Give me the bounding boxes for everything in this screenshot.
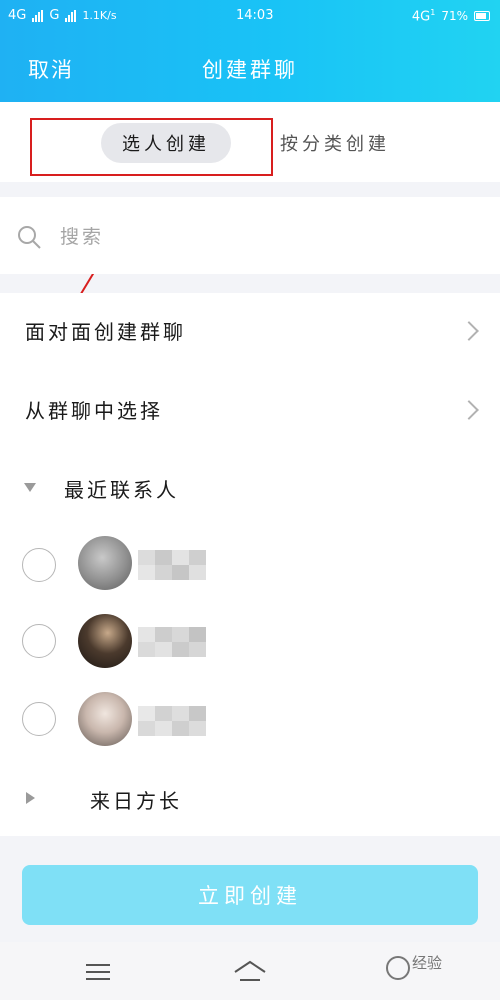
group-laiyifangchang[interactable]: 来日方长 — [90, 785, 182, 814]
screen: 4G G 1.1K/s 14:03 4G1 71% 取消 创建群聊 选人创建 按… — [0, 0, 500, 1000]
search-icon — [18, 226, 41, 249]
status-left: 4G G 1.1K/s — [8, 8, 117, 23]
status-bar: 4G G 1.1K/s 14:03 4G1 71% — [0, 0, 500, 34]
create-now-button[interactable]: 立即创建 — [22, 865, 478, 925]
contact-checkbox[interactable] — [22, 624, 56, 658]
from-group-item[interactable]: 从群聊中选择 — [25, 395, 163, 424]
triangle-down-icon[interactable] — [24, 483, 36, 492]
contact-name-blurred — [138, 706, 206, 736]
contact-name-blurred — [138, 627, 206, 657]
avatar — [78, 536, 132, 590]
network-label-1: 4G — [8, 8, 27, 23]
triangle-right-icon[interactable] — [26, 792, 35, 804]
face-to-face-item[interactable]: 面对面创建群聊 — [25, 316, 186, 345]
tab-by-category[interactable]: 按分类创建 — [280, 130, 390, 156]
page-title: 创建群聊 — [202, 58, 298, 82]
watermark-text: 经验 — [412, 954, 443, 972]
paw-logo-icon — [386, 956, 410, 980]
contact-checkbox[interactable] — [22, 702, 56, 736]
home-icon[interactable] — [232, 958, 268, 984]
network-label-2: G — [49, 8, 60, 23]
network-label-3: 4G1 — [411, 8, 436, 25]
recent-contacts-group[interactable]: 最近联系人 — [64, 474, 179, 503]
status-right: 4G1 71% — [412, 8, 490, 24]
signal-icon — [65, 9, 77, 22]
clock: 14:03 — [236, 8, 274, 23]
battery-percent: 71% — [441, 9, 468, 24]
contact-list — [0, 293, 500, 836]
contact-name-blurred — [138, 550, 206, 580]
battery-icon — [474, 11, 490, 22]
avatar — [78, 692, 132, 746]
signal-icon — [32, 9, 44, 22]
avatar — [78, 614, 132, 668]
menu-icon[interactable] — [86, 964, 110, 980]
search-input[interactable] — [60, 222, 460, 252]
contact-checkbox[interactable] — [22, 548, 56, 582]
network-speed: 1.1K/s — [82, 9, 117, 22]
tab-select-people[interactable]: 选人创建 — [101, 123, 231, 163]
